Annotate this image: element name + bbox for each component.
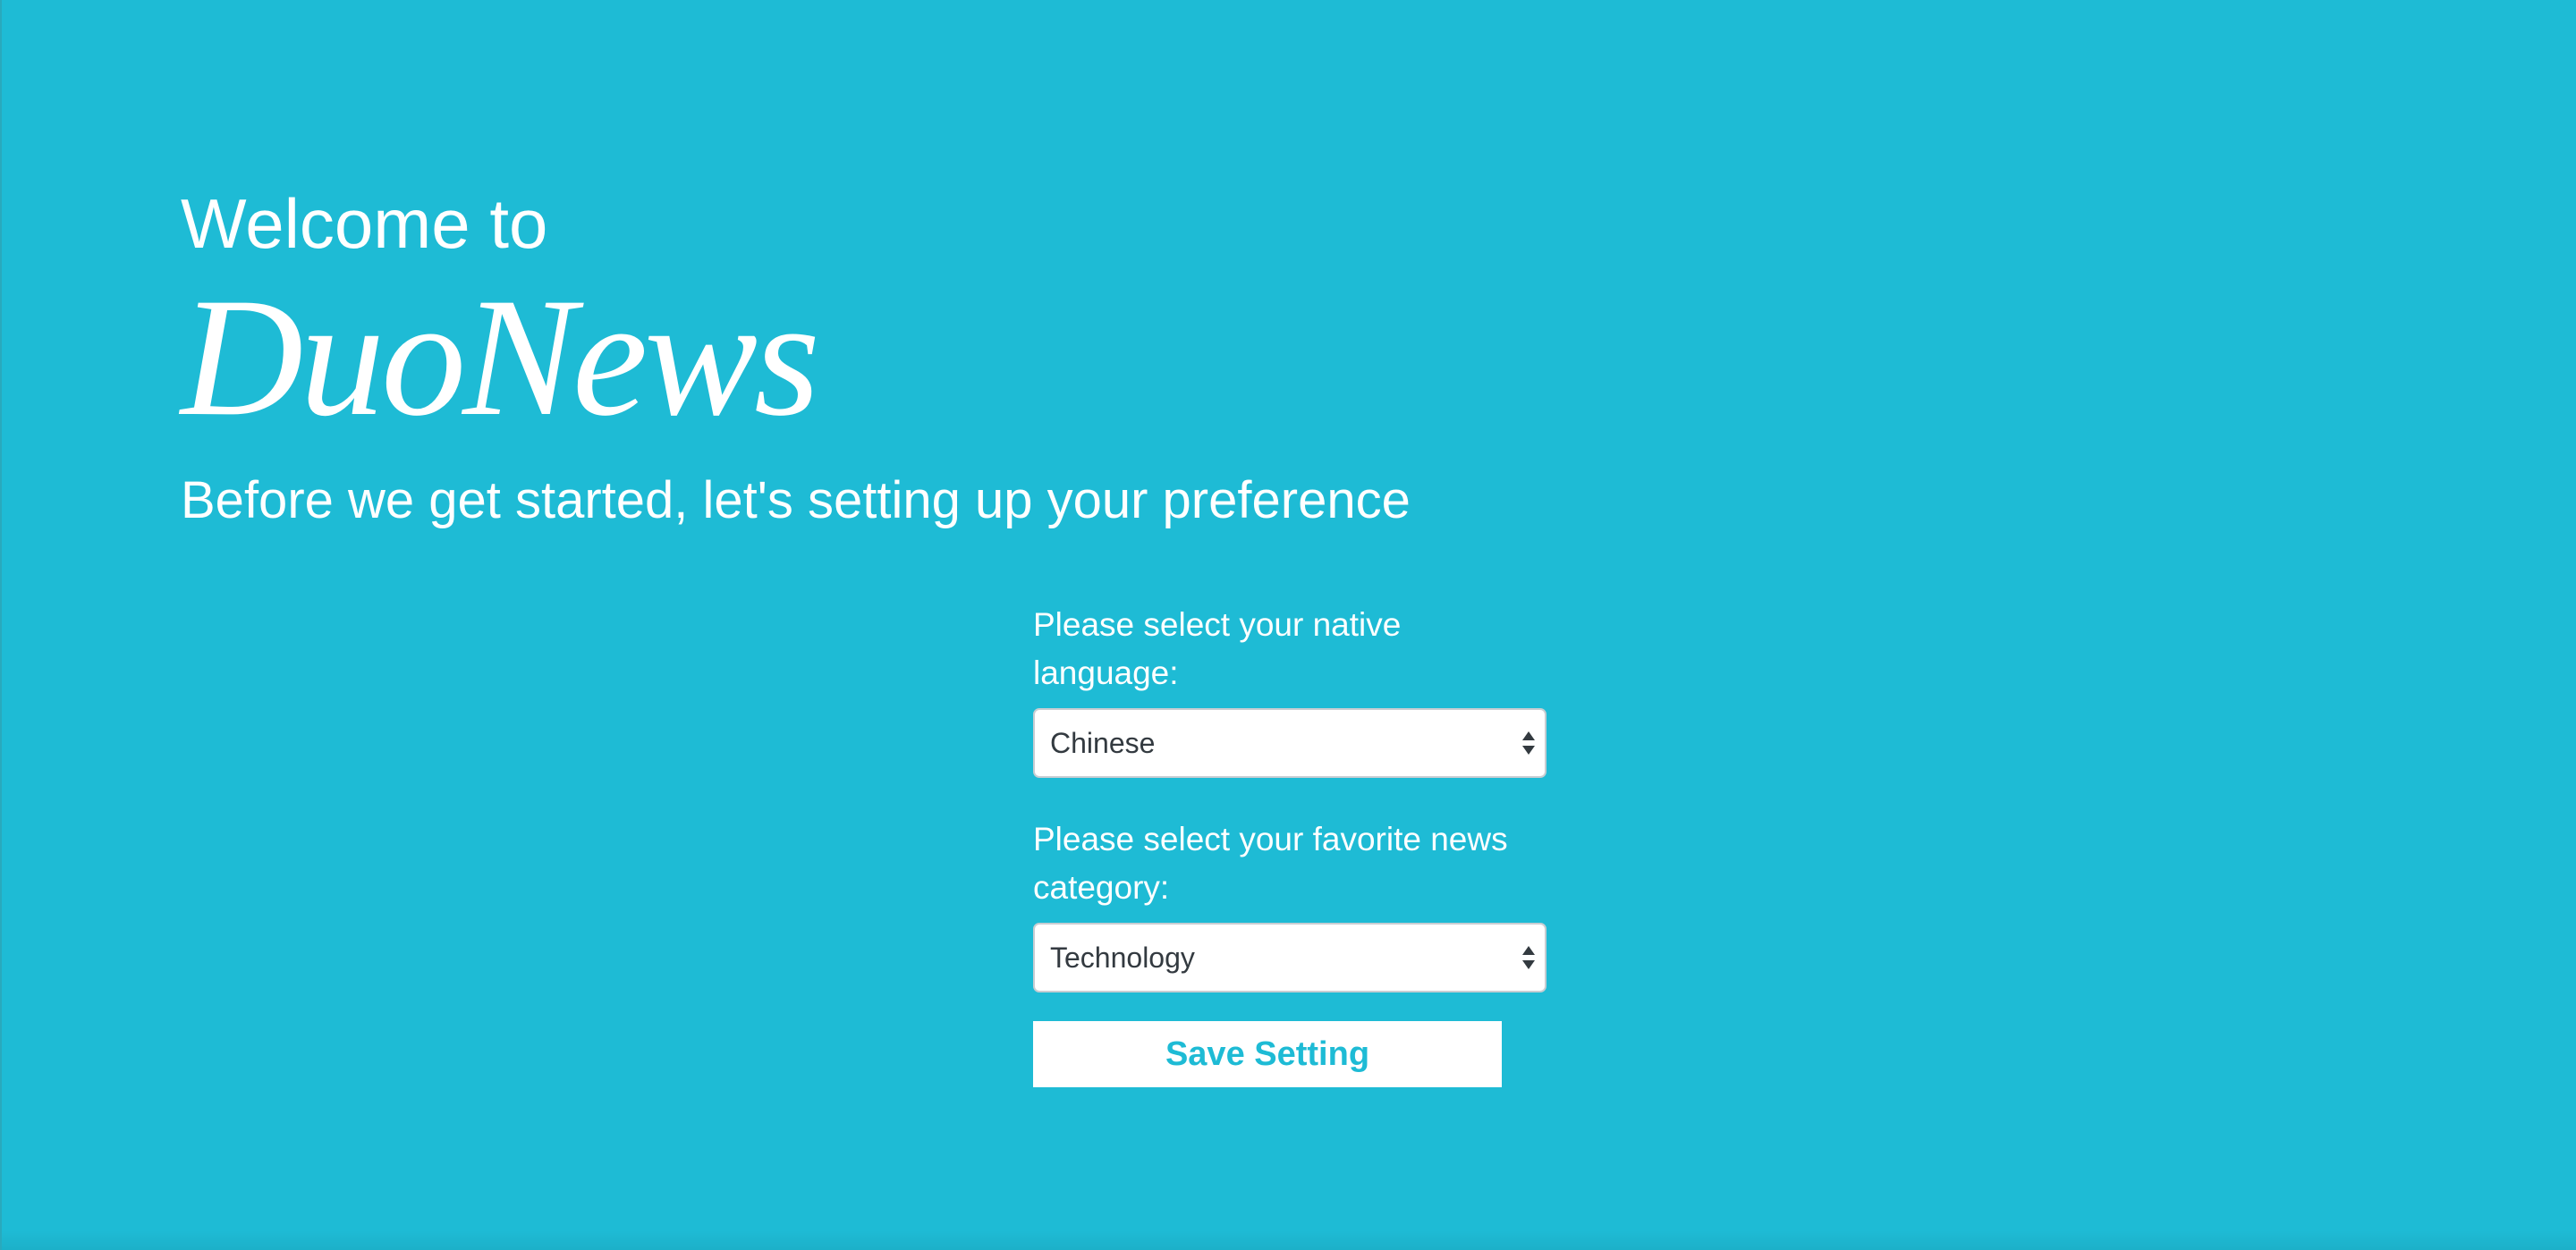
news-category-label: Please select your favorite news categor… bbox=[1033, 821, 1508, 906]
page-subtitle: Before we get started, let's setting up … bbox=[181, 471, 1411, 529]
news-category-select[interactable]: Technology bbox=[1033, 923, 1546, 992]
preferences-page: Welcome to DuoNews Before we get started… bbox=[0, 0, 2576, 1250]
save-setting-button[interactable]: Save Setting bbox=[1033, 1021, 1502, 1087]
select-arrows-icon bbox=[1522, 731, 1535, 755]
preferences-form: Please select your native language: Chin… bbox=[1033, 601, 1546, 1087]
native-language-label: Please select your native language: bbox=[1033, 606, 1402, 691]
bottom-shadow bbox=[2, 1230, 2576, 1250]
brand-logo: DuoNews bbox=[181, 264, 820, 452]
welcome-text: Welcome to bbox=[181, 184, 548, 263]
native-language-value: Chinese bbox=[1050, 727, 1156, 759]
select-arrows-icon bbox=[1522, 946, 1535, 969]
news-category-value: Technology bbox=[1050, 942, 1195, 974]
native-language-select[interactable]: Chinese bbox=[1033, 708, 1546, 778]
